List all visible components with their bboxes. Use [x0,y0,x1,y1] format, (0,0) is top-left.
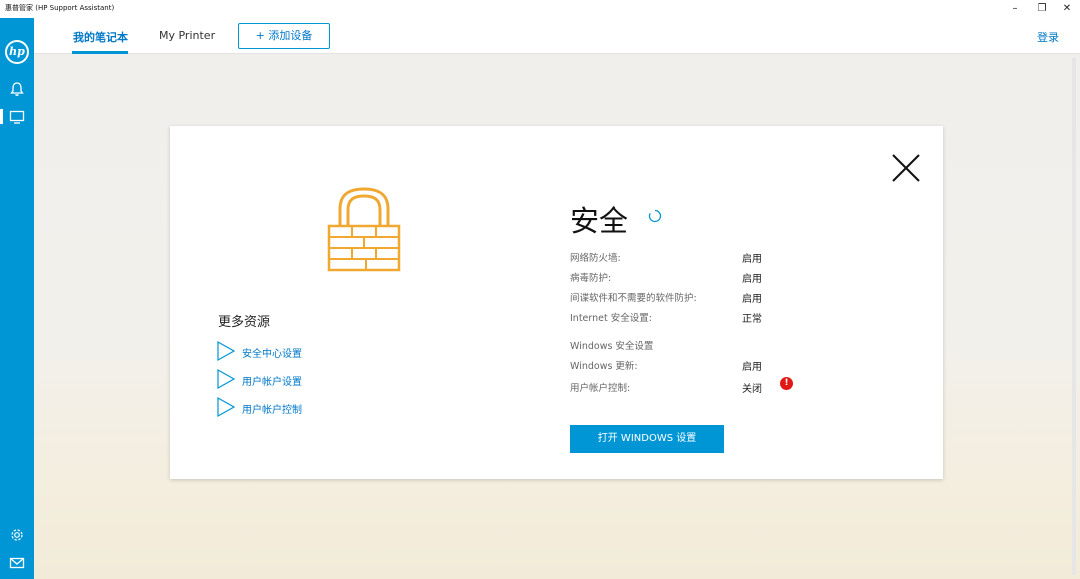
firewall-label: 网络防火墙: [570,253,621,264]
title-bar: 惠普管家 (HP Support Assistant) – ❐ ✕ [0,0,1080,18]
open-windows-settings-button[interactable]: 打开 WINDOWS 设置 [570,425,724,453]
scrollbar[interactable] [1072,58,1076,575]
security-dialog: 更多资源 安全中心设置 用户帐户设置 用户帐户控制 安全 网络防火墙: 启用 病… [170,126,943,479]
security-title: 安全 [570,204,629,238]
spyware-protection-value: 启用 [742,294,762,305]
link-label[interactable]: 用户帐户控制 [242,401,302,416]
play-arrow-icon [217,341,236,361]
spyware-protection-label: 间谍软件和不需要的软件防护: [570,293,697,304]
link-label[interactable]: 安全中心设置 [242,345,302,360]
top-nav: 我的笔记本 My Printer + 添加设备 登录 [34,18,1080,54]
add-device-button[interactable]: + 添加设备 [238,23,330,49]
minimize-button[interactable]: – [1003,1,1027,17]
bell-icon[interactable] [8,80,26,98]
active-indicator [0,109,3,124]
play-arrow-icon [217,369,236,389]
sidebar: hp [0,18,34,579]
virus-protection-value: 启用 [742,274,762,285]
lock-icon [326,186,402,272]
gear-icon[interactable] [8,526,26,544]
warning-icon: ! [780,377,793,390]
close-dialog-button[interactable] [890,152,922,184]
more-resources-heading: 更多资源 [218,315,271,330]
internet-security-value: 正常 [742,314,762,325]
link-label[interactable]: 用户帐户设置 [242,373,302,388]
close-window-button[interactable]: ✕ [1055,1,1079,17]
mail-icon[interactable] [8,554,26,572]
hp-logo-text: hp [9,45,25,58]
virus-protection-label: 病毒防护: [570,273,612,284]
close-icon [892,154,920,182]
login-link[interactable]: 登录 [1037,29,1059,45]
monitor-icon[interactable] [8,108,26,126]
firewall-value: 启用 [742,254,762,265]
windows-security-heading: Windows 安全设置 [570,341,654,352]
restore-button[interactable]: ❐ [1030,1,1054,17]
tab-my-laptop[interactable]: 我的笔记本 [73,29,128,45]
play-arrow-icon [217,397,236,417]
loading-spinner-icon [648,208,662,223]
windows-update-value: 启用 [742,362,762,373]
windows-update-label: Windows 更新: [570,361,638,372]
tab-my-printer[interactable]: My Printer [159,29,215,42]
uac-value: 关闭 [742,384,762,395]
internet-security-label: Internet 安全设置: [570,313,652,324]
uac-label: 用户帐户控制: [570,383,631,394]
hp-logo: hp [5,40,29,64]
window-title: 惠普管家 (HP Support Assistant) [5,4,115,12]
